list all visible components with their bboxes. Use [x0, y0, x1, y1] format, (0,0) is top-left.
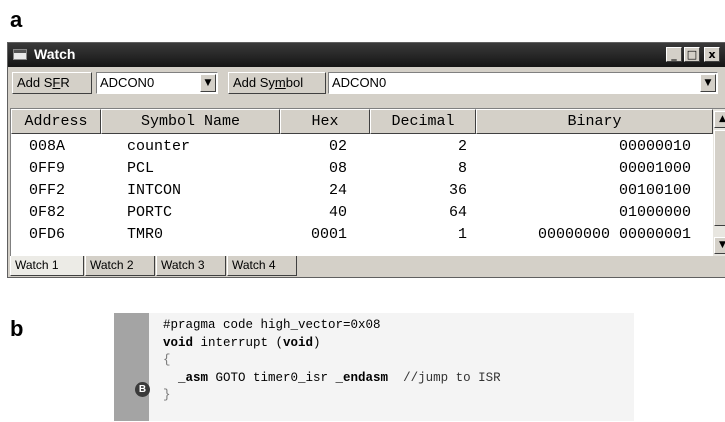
- cell-address: 0FF9: [29, 160, 66, 177]
- panel-label-b: b: [10, 316, 24, 341]
- add-symbol-button[interactable]: Add Symbol: [228, 72, 326, 94]
- breakpoint-marker-icon[interactable]: B: [135, 382, 150, 397]
- column-header-hex[interactable]: Hex: [280, 109, 370, 134]
- column-header-address[interactable]: Address: [11, 109, 101, 134]
- symbol-select-value: ADCON0: [332, 75, 387, 90]
- table-row[interactable]: 0FF2 INTCON 24 36 00100100: [11, 180, 713, 202]
- cell-hex: 0001: [310, 226, 347, 243]
- title-bar[interactable]: Watch _ □ x: [8, 43, 725, 67]
- table-row[interactable]: 0FD6 TMR0 0001 1 00000000 00000001: [11, 224, 713, 246]
- cell-decimal: 8: [457, 160, 467, 177]
- cell-symbol: counter: [127, 138, 191, 155]
- code-line-2: void interrupt (void): [163, 335, 501, 353]
- cell-binary: 01000000: [618, 204, 691, 221]
- minimize-button[interactable]: _: [666, 47, 682, 62]
- cell-binary: 00000000 00000001: [537, 226, 691, 243]
- cell-binary: 00001000: [618, 160, 691, 177]
- cell-hex: 24: [328, 182, 347, 199]
- vertical-scrollbar[interactable]: ▲ ▼: [713, 109, 725, 256]
- code-text: #pragma code high_vector=0x08void interr…: [163, 317, 501, 405]
- add-symbol-label-prefix: Add Sy: [233, 75, 275, 90]
- code-keyword: _endasm: [335, 370, 389, 385]
- watch-table: Address Symbol Name Hex Decimal Binary 0…: [10, 108, 725, 256]
- code-text-segment: ): [313, 335, 321, 350]
- code-text-segment: interrupt (: [193, 335, 284, 350]
- cell-decimal: 64: [448, 204, 467, 221]
- cell-decimal: 36: [448, 182, 467, 199]
- tab-watch-3[interactable]: Watch 3: [156, 256, 226, 276]
- code-comment: //jump to ISR: [388, 370, 501, 385]
- close-button[interactable]: x: [704, 47, 720, 62]
- code-keyword: _asm: [163, 370, 209, 385]
- cell-symbol: PCL: [127, 160, 155, 177]
- cell-symbol: PORTC: [127, 204, 173, 221]
- cell-address: 0FD6: [29, 226, 66, 243]
- tab-watch-1[interactable]: Watch 1: [10, 256, 84, 276]
- cell-hex: 08: [328, 160, 347, 177]
- symbol-dropdown-arrow-icon[interactable]: ▼: [700, 74, 716, 92]
- cell-decimal: 2: [457, 138, 467, 155]
- cell-binary: 00100100: [618, 182, 691, 199]
- window-icon: [13, 49, 27, 60]
- watch-window: Watch _ □ x Add SFR ADCON0 ▼ Add Symbol …: [7, 42, 725, 278]
- window-title: Watch: [34, 46, 76, 62]
- column-header-binary[interactable]: Binary: [476, 109, 713, 134]
- watch-toolbar: Add SFR ADCON0 ▼ Add Symbol ADCON0 ▼: [8, 67, 725, 97]
- code-line-3: {: [163, 353, 171, 367]
- cell-symbol: INTCON: [127, 182, 182, 199]
- scroll-up-arrow-icon[interactable]: ▲: [714, 111, 725, 128]
- add-symbol-label-suffix: bol: [285, 75, 304, 90]
- cell-address: 008A: [29, 138, 66, 155]
- add-sfr-label-prefix: Add S: [17, 75, 53, 90]
- code-line-4: _asm GOTO timer0_isr _endasm //jump to I…: [163, 370, 501, 388]
- cell-decimal: 1: [457, 226, 467, 243]
- code-line-1: #pragma code high_vector=0x08: [163, 318, 381, 332]
- cell-hex: 02: [328, 138, 347, 155]
- symbol-select[interactable]: ADCON0 ▼: [328, 72, 718, 94]
- cell-binary: 00000010: [618, 138, 691, 155]
- table-row[interactable]: 008A counter 02 2 00000010: [11, 136, 713, 158]
- cell-address: 0FF2: [29, 182, 66, 199]
- scrollbar-thumb[interactable]: [714, 130, 725, 226]
- code-text-segment: GOTO timer0_isr: [208, 370, 336, 385]
- add-symbol-label-accel: m: [274, 75, 286, 90]
- sfr-select[interactable]: ADCON0 ▼: [96, 72, 218, 94]
- cell-address: 0F82: [29, 204, 66, 221]
- cell-hex: 40: [328, 204, 347, 221]
- add-sfr-label-suffix: R: [60, 75, 70, 90]
- column-header-decimal[interactable]: Decimal: [370, 109, 476, 134]
- code-editor: B #pragma code high_vector=0x08void inte…: [114, 313, 634, 421]
- scroll-down-arrow-icon[interactable]: ▼: [714, 237, 725, 254]
- tab-watch-4[interactable]: Watch 4: [227, 256, 297, 276]
- add-sfr-button[interactable]: Add SFR: [12, 72, 92, 94]
- cell-symbol: TMR0: [127, 226, 164, 243]
- maximize-button[interactable]: □: [684, 47, 700, 62]
- tab-watch-2[interactable]: Watch 2: [85, 256, 155, 276]
- sfr-dropdown-arrow-icon[interactable]: ▼: [200, 74, 216, 92]
- table-row[interactable]: 0F82 PORTC 40 64 01000000: [11, 202, 713, 224]
- column-header-symbol-name[interactable]: Symbol Name: [101, 109, 280, 134]
- panel-label-a: a: [10, 7, 23, 32]
- code-line-5: }: [163, 388, 171, 402]
- editor-gutter: B: [114, 313, 150, 421]
- table-row[interactable]: 0FF9 PCL 08 8 00001000: [11, 158, 713, 180]
- code-keyword: void: [283, 335, 314, 350]
- sfr-select-value: ADCON0: [100, 75, 155, 90]
- code-keyword: void: [163, 335, 194, 350]
